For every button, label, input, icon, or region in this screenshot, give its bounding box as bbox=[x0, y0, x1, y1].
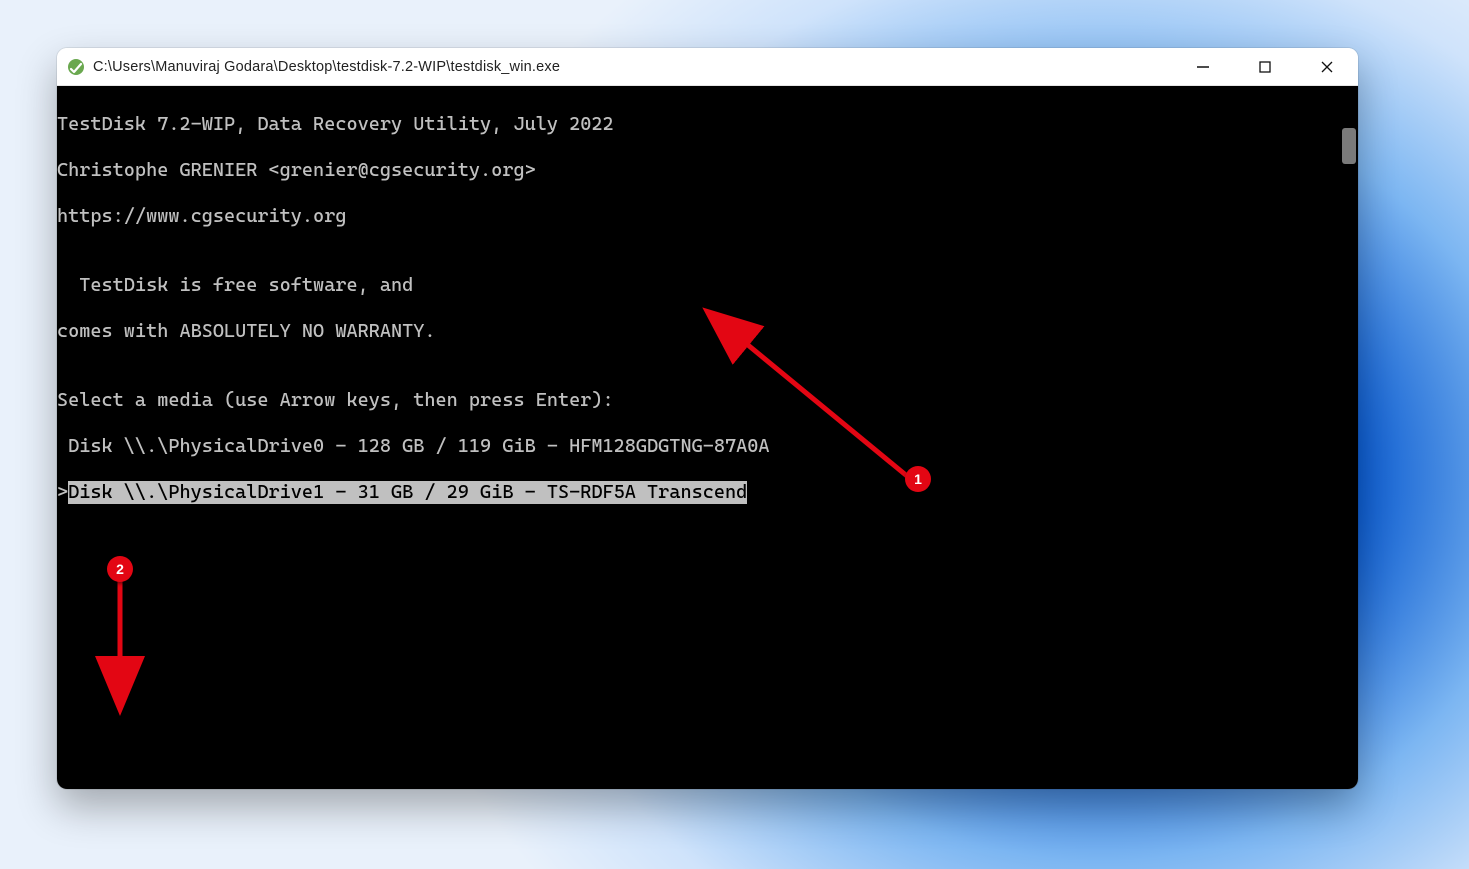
close-button[interactable] bbox=[1296, 48, 1358, 86]
term-line: Christophe GRENIER <grenier@cgsecurity.o… bbox=[57, 159, 1358, 182]
term-line: TestDisk 7.2-WIP, Data Recovery Utility,… bbox=[57, 113, 1358, 136]
term-line: https://www.cgsecurity.org bbox=[57, 205, 1358, 228]
maximize-button[interactable] bbox=[1234, 48, 1296, 86]
terminal[interactable]: TestDisk 7.2-WIP, Data Recovery Utility,… bbox=[57, 86, 1358, 789]
window-controls bbox=[1172, 48, 1358, 86]
term-line: Select a media (use Arrow keys, then pre… bbox=[57, 389, 1358, 412]
disk-option-0[interactable]: Disk \\.\PhysicalDrive0 - 128 GB / 119 G… bbox=[57, 435, 1358, 458]
minimize-button[interactable] bbox=[1172, 48, 1234, 86]
term-line: comes with ABSOLUTELY NO WARRANTY. bbox=[57, 320, 1358, 343]
annotation-badge-1: 1 bbox=[905, 466, 931, 492]
annotation-arrow-2 bbox=[105, 576, 145, 686]
scrollbar-thumb[interactable] bbox=[1342, 128, 1356, 164]
annotation-arrow-1 bbox=[717, 316, 937, 496]
console-window: C:\Users\Manuviraj Godara\Desktop\testdi… bbox=[57, 48, 1358, 789]
term-line: TestDisk is free software, and bbox=[57, 274, 1358, 297]
window-title: C:\Users\Manuviraj Godara\Desktop\testdi… bbox=[93, 59, 560, 75]
app-icon bbox=[67, 58, 85, 76]
titlebar[interactable]: C:\Users\Manuviraj Godara\Desktop\testdi… bbox=[57, 48, 1358, 86]
disk-option-1-selected[interactable]: >Disk \\.\PhysicalDrive1 - 31 GB / 29 Gi… bbox=[57, 481, 1358, 504]
annotation-badge-2: 2 bbox=[107, 556, 133, 582]
